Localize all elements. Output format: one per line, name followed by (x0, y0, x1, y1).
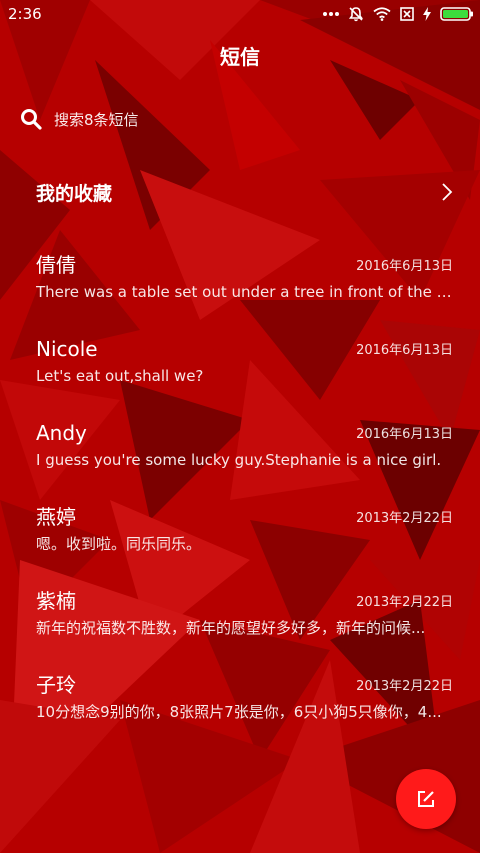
conversation-date: 2013年2月22日 (356, 511, 453, 526)
mute-bell-icon (348, 7, 364, 22)
conversation-item[interactable]: Andy 2016年6月13日 I guess you're some luck… (0, 416, 480, 500)
wifi-icon (373, 7, 391, 21)
compose-button[interactable] (396, 769, 456, 829)
conversation-item[interactable]: 紫楠 2013年2月22日 新年的祝福数不胜数，新年的愿望好多好多，新年的问候.… (0, 584, 480, 668)
status-icons (323, 4, 474, 24)
conversation-name: 燕婷 (36, 505, 76, 529)
conversation-preview: 嗯。收到啦。同乐同乐。 (36, 535, 202, 553)
conversation-list: 倩倩 2016年6月13日 There was a table set out … (0, 248, 480, 752)
conversation-preview: Let's eat out,shall we? (36, 367, 204, 385)
charging-icon (423, 7, 431, 21)
conversation-date: 2013年2月22日 (356, 679, 453, 694)
search-icon (21, 109, 42, 130)
chevron-right-icon (442, 183, 453, 201)
conversation-name: 紫楠 (36, 589, 76, 613)
conversation-name: 倩倩 (36, 253, 76, 277)
conversation-preview: There was a table set out under a tree i… (36, 283, 454, 301)
conversation-preview: 新年的祝福数不胜数，新年的愿望好多好多，新年的问候... (36, 619, 426, 637)
conversation-item[interactable]: Nicole 2016年6月13日 Let's eat out,shall we… (0, 332, 480, 416)
more-dots-icon (323, 12, 339, 16)
conversation-item[interactable]: 子玲 2013年2月22日 10分想念9别的你，8张照片7张是你，6只小狗5只像… (0, 668, 480, 752)
conversation-item[interactable]: 倩倩 2016年6月13日 There was a table set out … (0, 248, 480, 332)
conversation-name: Andy (36, 421, 87, 445)
compose-icon (418, 791, 434, 807)
battery-icon (440, 7, 473, 21)
conversation-name: 子玲 (36, 673, 76, 697)
status-time: 2:36 (8, 5, 42, 23)
conversation-date: 2013年2月22日 (356, 595, 453, 610)
search-placeholder: 搜索8条短信 (54, 110, 139, 129)
conversation-name: Nicole (36, 337, 98, 361)
page-title: 短信 (220, 45, 260, 69)
conversation-date: 2016年6月13日 (356, 259, 453, 274)
conversation-item[interactable]: 燕婷 2013年2月22日 嗯。收到啦。同乐同乐。 (0, 500, 480, 584)
status-bar: 2:36 (0, 0, 480, 28)
conversation-date: 2016年6月13日 (356, 427, 453, 442)
conversation-preview: I guess you're some lucky guy.Stephanie … (36, 451, 442, 469)
conversation-preview: 10分想念9别的你，8张照片7张是你，6只小狗5只像你，4... (36, 703, 442, 721)
conversation-date: 2016年6月13日 (356, 343, 453, 358)
favorites-label: 我的收藏 (36, 182, 113, 205)
search-bar[interactable]: 搜索8条短信 (20, 104, 460, 134)
favorites-row[interactable]: 我的收藏 (36, 174, 456, 210)
no-sim-icon (400, 7, 414, 21)
